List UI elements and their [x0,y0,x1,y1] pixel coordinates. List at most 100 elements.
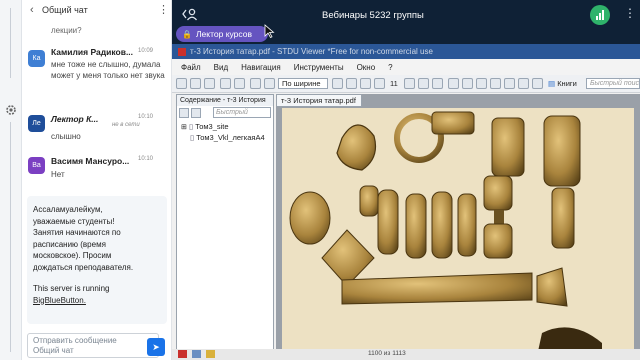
prev-page-icon[interactable] [346,78,357,89]
tree-item-label: Том3_Vkl_легкаяA4 [196,133,265,142]
document-icon: ▯ [190,133,195,142]
avatar: Ва [28,157,45,174]
chat-message-input[interactable]: Отправить сообщение Общий чат [27,333,159,358]
bookmark-icon[interactable] [532,78,543,89]
menu-navigation[interactable]: Навигация [241,63,281,72]
meeting-title: Вебинары 5232 группы [322,10,424,21]
expand-icon[interactable]: ⊞ [181,124,187,131]
message-time: 10:10 [138,156,154,162]
first-page-icon[interactable] [332,78,343,89]
message-time: 10:10 [138,114,154,120]
fullscreen-icon[interactable] [432,78,443,89]
select-image-icon[interactable] [476,78,487,89]
message-author: Лектор К... [51,114,99,124]
select-text-icon[interactable] [462,78,473,89]
presenter-badge: 🔒 Лектор курсов [176,26,268,42]
presenter-icon: 🔒 [182,29,192,39]
welcome-line: расписанию (время [33,239,106,249]
sidebar-tool-icon[interactable] [179,108,189,118]
more-vertical-icon[interactable]: ⋮ [158,3,169,16]
message-text: Нет [51,170,65,179]
fit-width-icon[interactable] [404,78,415,89]
welcome-message: Ассаламуалейкум, уважаемые студенты! Зан… [27,196,167,324]
books-button[interactable]: ▤ Книги [548,78,584,89]
window-titlebar: т-3 История татар.pdf - STDU Viewer *Fre… [172,44,640,59]
user-list-icon[interactable] [182,7,198,21]
offline-status: не в сети [112,122,140,128]
print-icon[interactable] [190,78,201,89]
status-icon [178,350,187,358]
app-icon [178,47,186,56]
save-icon[interactable] [204,78,215,89]
artifacts-photo [289,111,602,356]
input-placeholder: Общий чат [33,346,74,355]
chat-message: Ле Лектор К... не в сети 10:10 слышно [22,110,172,146]
forward-icon[interactable] [234,78,245,89]
document-area: т-3 История татар.pdf [276,94,640,356]
rotate-right-icon[interactable] [504,78,515,89]
books-label: Книги [557,79,577,88]
menu-help[interactable]: ? [388,63,392,72]
status-icon [192,350,201,358]
message-text: слышно [51,132,81,141]
back-icon[interactable] [220,78,231,89]
send-icon: ➤ [152,341,160,352]
gear-icon[interactable] [5,104,17,116]
tree-item[interactable]: ⊞ ▯ Том3_site [181,122,229,131]
toolbar: По ширине 11 ▤ Книги Быстрый поис [172,75,640,93]
avatar: Ле [28,115,45,132]
server-info: This server is running [33,284,110,293]
menu-window[interactable]: Окно [357,63,376,72]
open-icon[interactable] [176,78,187,89]
next-page-icon[interactable] [360,78,371,89]
welcome-line: Занятия начинаются по [33,228,121,237]
connection-signal-icon[interactable] [590,5,610,25]
chat-panel: ‹ Общий чат ⋮ лекции? Ка Камилия Радиков… [22,0,172,360]
strip-divider [10,122,11,352]
quick-search-input[interactable]: Быстрый поис [586,78,640,89]
document-icon: ▯ [188,122,194,131]
menu-file[interactable]: Файл [181,63,201,72]
last-page-icon[interactable] [374,78,385,89]
more-vertical-icon[interactable]: ⋮ [624,6,636,20]
status-bar: 1100 из 1113 [172,349,640,360]
document-tab[interactable]: т-3 История татар.pdf [276,94,362,107]
rotate-left-icon[interactable] [490,78,501,89]
welcome-line: московское). Просим [33,251,112,260]
message-author: Камилия Радиков... [51,47,134,57]
books-icon: ▤ [548,79,556,88]
send-button[interactable]: ➤ [147,338,165,356]
zoom-in-icon[interactable] [250,78,261,89]
sidebar-search-input[interactable]: Быстрый [213,107,271,118]
bigbluebutton-link[interactable]: BigBlueButton. [33,295,161,307]
zoom-select[interactable]: По ширине [278,78,328,89]
chat-header: ‹ Общий чат ⋮ [22,0,172,20]
welcome-line: Ассаламуалейкум, [33,205,103,214]
chat-title[interactable]: Общий чат [42,5,88,15]
pdf-page[interactable] [282,108,634,356]
welcome-line: дождаться преподавателя. [33,262,134,272]
chat-message: Ка Камилия Радиков... 10:09 мне тоже не … [22,44,172,104]
zoom-out-icon[interactable] [264,78,275,89]
fill-icon[interactable] [518,78,529,89]
hand-tool-icon[interactable] [448,78,459,89]
welcome-line: уважаемые студенты! [33,216,115,226]
menu-tools[interactable]: Инструменты [294,63,344,72]
message-text: мне тоже не слышно, думала может у меня … [51,60,165,80]
chevron-left-icon[interactable]: ‹ [30,4,34,16]
sidebar-tool-icon[interactable] [191,108,201,118]
tree-item[interactable]: ▯ Том3_Vkl_легкаяA4 [190,133,265,142]
stdu-viewer-window: т-3 История татар.pdf - STDU Viewer *Fre… [172,44,640,360]
sidebar-title: Содержание - т-3 История [177,95,273,106]
tree-item-label: Том3_site [195,122,229,131]
page-status: 1100 из 1113 [368,350,406,357]
left-strip [0,0,22,360]
message-time: 10:09 [138,48,154,54]
menu-bar: Файл Вид Навигация Инструменты Окно ? [172,59,640,75]
page-number[interactable]: 11 [390,79,398,88]
status-icon [206,350,215,358]
previous-message-text: лекции? [51,26,82,35]
mouse-cursor-icon [264,24,276,38]
menu-view[interactable]: Вид [214,63,228,72]
fit-page-icon[interactable] [418,78,429,89]
